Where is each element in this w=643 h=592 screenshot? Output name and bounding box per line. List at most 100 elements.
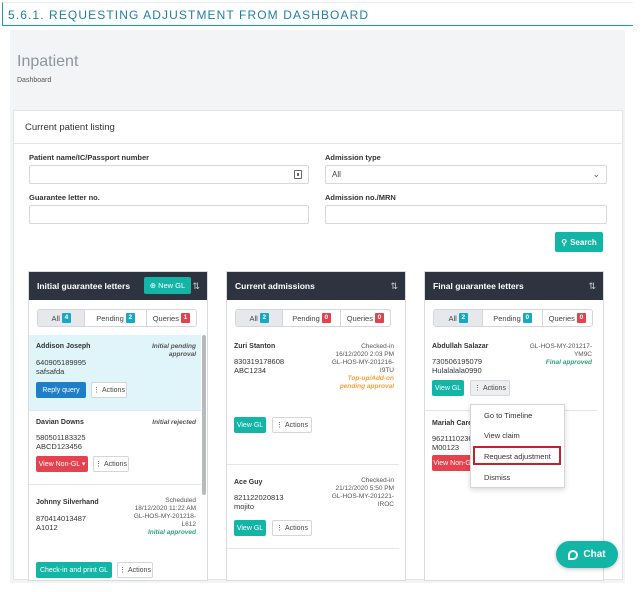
patient-name: Addison Joseph [36, 343, 91, 350]
id-card-icon[interactable] [294, 170, 302, 179]
patient-id: 821122020813 [234, 493, 284, 502]
search-button-label: Search [570, 237, 597, 247]
view-non-gl-button[interactable]: View Non-GL ▾ [36, 456, 88, 472]
menu-item-timeline[interactable]: Go to Timeline [471, 411, 564, 420]
list-item[interactable]: Addison Joseph 640905189995 safsafda Ini… [29, 335, 201, 410]
initial-tabs: All 4 Pending 2 Queries 1 [37, 309, 197, 327]
patient-ref: mojito [234, 502, 255, 511]
final-gl-title: Final guarantee letters [433, 281, 524, 291]
chevron-down-icon: ⌄ [592, 169, 600, 179]
list-item[interactable]: Davian Downs 580501183325 ABCD123456 Ini… [29, 411, 201, 484]
status-badge: Initial pending approval [151, 343, 196, 358]
gl-number-input[interactable] [29, 205, 309, 224]
patient-label: Patient name/IC/Passport number [29, 153, 150, 162]
tab-queries[interactable]: Queries 1 [147, 310, 196, 326]
listing-title: Current patient listing [25, 122, 115, 133]
tab-all[interactable]: All 2 [236, 310, 284, 326]
view-non-gl-button[interactable]: View Non-G [432, 455, 472, 471]
chat-label: Chat [583, 549, 606, 560]
admission-details: Checked-in 21/12/2020 5:50 PM GL-HOS-MY-20… [331, 477, 394, 508]
actions-context-menu: Go to Timeline View claim Request adjust… [470, 404, 565, 488]
final-gl-header: Final guarantee letters ⇅ [425, 272, 603, 300]
patient-ref: A1012 [36, 523, 58, 532]
list-item[interactable]: Johnny Silverhand 870414013487 A1012 Sch… [29, 485, 201, 580]
final-tabs: All 2 Pending 0 Queries 0 [433, 309, 593, 327]
tab-queries[interactable]: Queries 0 [341, 310, 390, 326]
plus-circle-icon: ⊕ [149, 281, 157, 290]
highlight-box [473, 446, 561, 465]
divider [227, 548, 399, 549]
tab-pending[interactable]: Pending 2 [85, 310, 147, 326]
current-admissions-panel: Current admissions ⇅ All 2 Pending 0 Queri… [226, 271, 406, 581]
list-item[interactable]: Abdullah Salazar 730506195079 Hulalalala… [425, 335, 597, 410]
admission-type-value: All [332, 170, 341, 179]
patient-id: 9621110236 [432, 434, 473, 443]
new-gl-label: New GL [158, 281, 186, 290]
tab-queries[interactable]: Queries 0 [543, 310, 592, 326]
actions-button[interactable]: ⋮ Actions [272, 520, 312, 536]
actions-button[interactable]: ⋮ Actions [272, 417, 312, 433]
reply-query-button[interactable]: Reply query [36, 382, 86, 398]
chat-button[interactable]: Chat [556, 541, 618, 568]
view-gl-button[interactable]: View GL [234, 417, 266, 433]
menu-item-dismiss[interactable]: Dismiss [471, 473, 564, 482]
current-admissions-title: Current admissions [235, 281, 315, 291]
patient-id: 730506195079 [432, 357, 483, 366]
actions-button[interactable]: ⋮ Actions [93, 456, 129, 472]
menu-item-view-claim[interactable]: View claim [471, 431, 564, 440]
list-item[interactable]: Zuri Stanton 830319178608 ABC1234 Checke… [227, 335, 399, 434]
current-tabs: All 2 Pending 0 Queries 0 [235, 309, 391, 327]
tab-pending[interactable]: Pending 0 [483, 310, 543, 326]
initial-gl-header: Initial guarantee letters ⊕ New GL ⇅ [29, 272, 207, 300]
patient-name: Ace Guy [234, 479, 263, 486]
tab-pending[interactable]: Pending 0 [283, 310, 341, 326]
sort-icon[interactable]: ⇅ [192, 281, 200, 292]
patient-name: Mariah Care [432, 420, 473, 427]
admission-type-select[interactable]: All ⌄ [325, 165, 607, 184]
patient-name: Johnny Silverhand [36, 499, 99, 506]
tab-all[interactable]: All 2 [434, 310, 484, 326]
patient-id: 830319178608 [234, 357, 285, 366]
breadcrumb: Dashboard [17, 77, 52, 84]
section-heading: 5.6.1. REQUESTING ADJUSTMENT FROM DASHBO… [2, 2, 633, 26]
divider [14, 143, 622, 144]
current-admissions-header: Current admissions ⇅ [227, 272, 405, 300]
view-gl-button[interactable]: View GL [234, 520, 266, 536]
sort-icon[interactable]: ⇅ [588, 281, 596, 292]
patient-id: 640905189995 [36, 358, 87, 367]
patient-ref: Hulalalala0990 [432, 366, 482, 375]
scrollbar[interactable] [202, 335, 206, 495]
patient-id: 580501183325 [36, 433, 86, 442]
new-gl-button[interactable]: ⊕ New GL [144, 277, 191, 294]
app-window: Inpatient Dashboard Current patient list… [10, 30, 625, 583]
page-title: Inpatient [17, 53, 79, 70]
admission-details: Checked-in 16/12/2020 2:03 PM GL-HOS-MY-20… [331, 343, 394, 390]
actions-button[interactable]: ⋮ Actions [91, 382, 127, 398]
admission-details: Scheduled 18/12/2020 11:22 AM GL-HOS-MY-20… [133, 497, 196, 536]
patient-name: Davian Downs [36, 419, 84, 426]
list-item[interactable]: Ace Guy 821122020813 mojito Checked-in 21… [227, 465, 399, 545]
chat-bubble-icon [568, 549, 579, 560]
status-badge: Initial rejected [152, 419, 196, 426]
admission-details: GL-HOS-MY-201217- YM9C Final approved [529, 343, 592, 366]
admission-no-label: Admission no./MRN [325, 193, 396, 202]
patient-name: Abdullah Salazar [432, 343, 489, 350]
initial-gl-title: Initial guarantee letters [37, 281, 131, 291]
admission-no-input[interactable] [325, 205, 607, 224]
patient-id: 870414013487 [36, 514, 87, 523]
patient-search-input[interactable] [29, 165, 309, 184]
patient-name: Zuri Stanton [234, 343, 276, 350]
patient-ref: ABCD123456 [36, 442, 82, 451]
initial-gl-panel: Initial guarantee letters ⊕ New GL ⇅ All… [28, 271, 208, 581]
patient-ref: ABC1234 [234, 366, 267, 375]
view-gl-button[interactable]: View GL [432, 380, 464, 396]
actions-button[interactable]: ⋮ Actions [470, 380, 510, 396]
patient-ref: safsafda [36, 367, 65, 376]
gl-label: Guarantee letter no. [29, 193, 100, 202]
check-in-print-button[interactable]: Check-in and print GL [36, 562, 112, 578]
tab-all[interactable]: All 4 [38, 310, 86, 326]
sort-icon[interactable]: ⇅ [390, 281, 398, 292]
search-button[interactable]: ⚲ Search [555, 232, 603, 252]
patient-ref: M00123 [432, 443, 460, 452]
actions-button[interactable]: ⋮ Actions [117, 562, 153, 578]
